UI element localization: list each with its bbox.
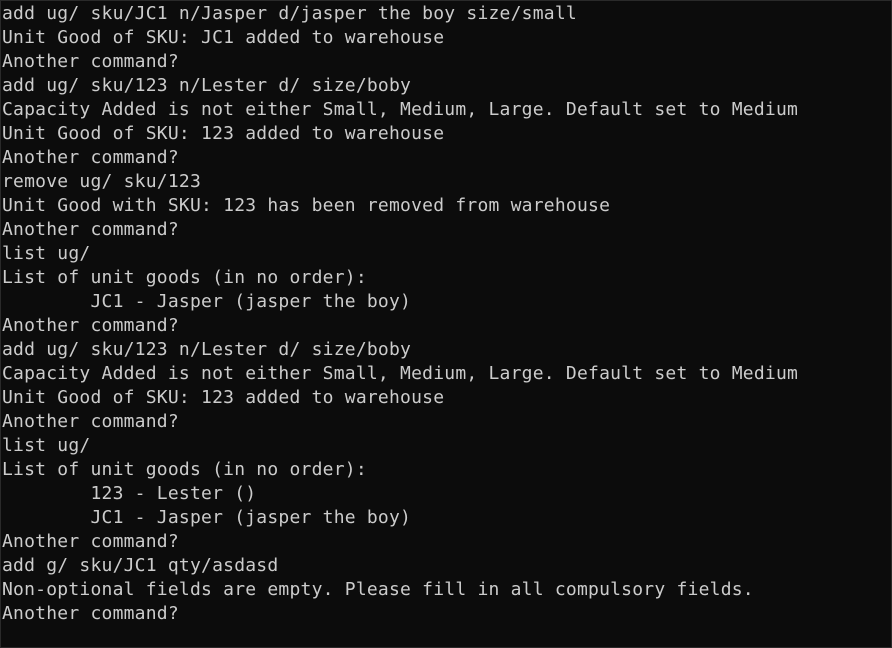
output-line: Capacity Added is not either Small, Medi…: [2, 363, 799, 384]
output-line: List of unit goods (in no order):: [2, 267, 367, 288]
prompt-line: Another command?: [2, 147, 179, 168]
command-input-line: add g/ sku/JC1 qty/asdasd: [2, 555, 279, 576]
output-line: Unit Good with SKU: 123 has been removed…: [2, 195, 611, 216]
command-input-line: list ug/: [2, 243, 91, 264]
prompt-line: Another command?: [2, 51, 179, 72]
output-line: Unit Good of SKU: 123 added to warehouse: [2, 123, 445, 144]
prompt-line: Another command?: [2, 315, 179, 336]
list-item-line: JC1 - Jasper (jasper the boy): [2, 291, 412, 312]
output-line: Capacity Added is not either Small, Medi…: [2, 99, 799, 120]
prompt-line: Another command?: [2, 531, 179, 552]
output-line: Unit Good of SKU: 123 added to warehouse: [2, 387, 445, 408]
list-item-line: 123 - Lester (): [2, 483, 257, 504]
prompt-line: Another command?: [2, 219, 179, 240]
output-line: Non-optional fields are empty. Please fi…: [2, 579, 754, 600]
output-line: Unit Good of SKU: JC1 added to warehouse: [2, 27, 445, 48]
prompt-line: Another command?: [2, 603, 179, 624]
command-input-line: add ug/ sku/JC1 n/Jasper d/jasper the bo…: [2, 3, 577, 24]
output-line: List of unit goods (in no order):: [2, 459, 367, 480]
terminal-window[interactable]: add ug/ sku/JC1 n/Jasper d/jasper the bo…: [0, 0, 892, 648]
command-input-line: list ug/: [2, 435, 91, 456]
command-input-line: remove ug/ sku/123: [2, 171, 202, 192]
prompt-line: Another command?: [2, 411, 179, 432]
command-input-line: add ug/ sku/123 n/Lester d/ size/boby: [2, 75, 412, 96]
command-input-line: add ug/ sku/123 n/Lester d/ size/boby: [2, 339, 412, 360]
list-item-line: JC1 - Jasper (jasper the boy): [2, 507, 412, 528]
